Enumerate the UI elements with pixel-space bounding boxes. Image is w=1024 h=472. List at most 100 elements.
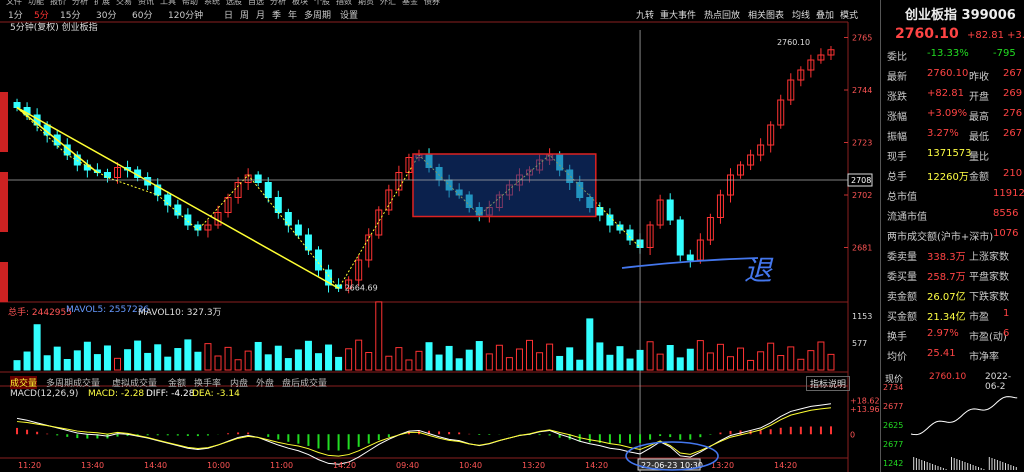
volume-bar	[244, 350, 252, 371]
timeframe-10[interactable]: 年	[288, 8, 297, 21]
menu-item[interactable]: 板块	[292, 0, 308, 6]
volume-bar	[375, 301, 383, 371]
timeframe-7[interactable]: 周	[240, 8, 249, 21]
right-tab-4[interactable]: 均线	[792, 8, 810, 21]
panel-row-label: 委卖量	[887, 252, 917, 263]
panel-row-value2: 6	[1003, 328, 1010, 339]
panel-row-label: 现手	[887, 152, 907, 163]
timeframe-9[interactable]: 季	[272, 8, 281, 21]
menu-item[interactable]: 扩展	[94, 0, 110, 6]
panel-row-label: 均价	[887, 352, 907, 363]
right-tab-6[interactable]: 模式	[840, 8, 858, 21]
timeframe-11[interactable]: 多周期	[304, 8, 331, 21]
volume-bar	[385, 355, 393, 371]
chart-area[interactable]: 2765 2744 2723 2702 2681 2708 2760.10 2664.69 退 1…	[0, 0, 880, 472]
volume-bar	[304, 340, 312, 371]
right-tab-3[interactable]: 相关图表	[748, 8, 784, 21]
timeframe-8[interactable]: 月	[256, 8, 265, 21]
panel-row-value: 1371573	[927, 148, 972, 159]
volume-bar	[566, 347, 574, 371]
timeframe-5[interactable]: 120分钟	[168, 8, 203, 21]
panel-row-value: 26.07亿	[927, 292, 966, 303]
timeframe-6[interactable]: 日	[224, 8, 233, 21]
timeframe-3[interactable]: 30分	[96, 8, 116, 21]
volume-bar	[33, 324, 41, 371]
right-tab-0[interactable]: 九转	[636, 8, 654, 21]
panel-row-value: 2760.10	[927, 68, 969, 79]
menu-item[interactable]: 交易	[116, 0, 132, 6]
time-tick-label: 11:00	[270, 461, 293, 470]
menu-item[interactable]: 资讯	[138, 0, 154, 6]
menu-item[interactable]: 系统	[204, 0, 220, 6]
mini-chart[interactable]: 2734 2677 2625 2677 1242	[881, 382, 1024, 472]
indicator-tab-5[interactable]: 内盘	[230, 376, 248, 389]
panel-price: 2760.10	[895, 26, 959, 42]
panel-row-label: 委比	[887, 52, 907, 63]
menu-item[interactable]: 外汇	[380, 0, 396, 6]
menu-item[interactable]: 自选	[248, 0, 264, 6]
panel-row-label2: 开盘	[969, 92, 989, 103]
volume-bar	[636, 349, 644, 371]
indicator-tab-0[interactable]: 成交量	[10, 376, 38, 389]
volume-bar	[787, 346, 795, 371]
volume-bar	[706, 352, 714, 371]
menu-item[interactable]: 指数	[336, 0, 352, 6]
panel-row-label2: 最低	[969, 132, 989, 143]
panel-row-label: 委买量	[887, 272, 917, 283]
volume-mavol5-label: MAVOL5: 2557236	[66, 305, 150, 315]
volume-bar	[455, 358, 463, 371]
indicator-help-button[interactable]: 指标说明	[806, 376, 851, 391]
menu-item[interactable]: 基金	[402, 0, 418, 6]
menu-item[interactable]: 功能	[28, 0, 44, 6]
volume-bar	[224, 346, 232, 371]
crosshair-price-label: 2708	[851, 176, 871, 185]
panel-row-label: 涨跌	[887, 92, 907, 103]
menu-item[interactable]: 选股	[226, 0, 242, 6]
menu-item[interactable]: 期货	[358, 0, 374, 6]
mini-tick-label: 2677	[883, 402, 903, 411]
volume-bar	[425, 342, 433, 371]
volume-bar	[546, 343, 554, 371]
sidebar-tab-3[interactable]	[0, 262, 8, 302]
menu-item[interactable]: 债券	[424, 0, 440, 6]
right-tab-5[interactable]: 叠加	[816, 8, 834, 21]
time-tick-label: 14:20	[585, 461, 608, 470]
volume-bar	[817, 341, 825, 371]
menu-item[interactable]: 文件	[6, 0, 22, 6]
right-tab-2[interactable]: 热点回放	[704, 8, 740, 21]
volume-bar	[536, 352, 544, 371]
volume-bar	[345, 348, 353, 371]
volume-bar	[475, 341, 483, 371]
volume-bar	[134, 340, 142, 371]
macd-dea: DEA: -3.14	[192, 389, 240, 399]
volume-bar	[415, 350, 423, 371]
sidebar-tab-1[interactable]	[0, 92, 8, 152]
menu-item[interactable]: 分析	[270, 0, 286, 6]
right-tab-1[interactable]: 重大事件	[660, 8, 696, 21]
indicator-tab-7[interactable]: 盘后成交量	[282, 376, 327, 389]
panel-row-value2: 276	[1003, 108, 1023, 119]
indicator-tab-3[interactable]: 金额	[168, 376, 186, 389]
indicator-tab-2[interactable]: 虚拟成交量	[112, 376, 157, 389]
menu-item[interactable]: 报价	[50, 0, 66, 6]
menu-item[interactable]: 工具	[160, 0, 176, 6]
timeframe-4[interactable]: 60分	[132, 8, 152, 21]
volume-bar	[616, 346, 624, 371]
sidebar-tab-2[interactable]	[0, 172, 8, 232]
candle	[254, 174, 262, 183]
menu-item[interactable]: 个股	[314, 0, 330, 6]
indicator-tab-6[interactable]: 外盘	[256, 376, 274, 389]
volume-bar	[606, 354, 614, 371]
volume-bar	[335, 356, 343, 371]
chart-canvas[interactable]: 2765 2744 2723 2702 2681 2708 2760.10 2664.69 退 1…	[0, 0, 880, 472]
panel-title: 创业板指 399006	[905, 8, 1016, 23]
volume-bar	[73, 350, 81, 371]
menu-item[interactable]: 分析	[72, 0, 88, 6]
indicator-tab-4[interactable]: 换手率	[194, 376, 221, 389]
volume-bar	[807, 350, 815, 371]
timeframe-12[interactable]: 设置	[340, 8, 358, 21]
time-tick-label: 13:20	[522, 461, 545, 470]
indicator-tab-1[interactable]: 多周期成交量	[46, 376, 100, 389]
menu-item[interactable]: 帮助	[182, 0, 198, 6]
macd-tick-label: +13.96	[850, 405, 880, 414]
